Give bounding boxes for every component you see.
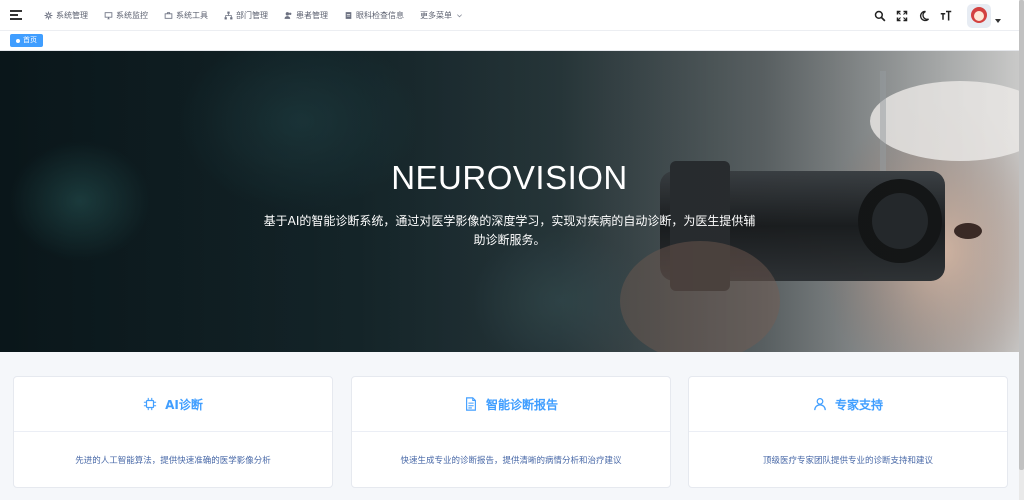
card-title: 专家支持: [834, 397, 883, 412]
tags-view-bar: 首页: [0, 31, 1019, 51]
tree-icon: [224, 11, 233, 19]
menu-item-system-monitor[interactable]: 系统监控: [96, 0, 156, 31]
caret-down-icon[interactable]: [995, 18, 1001, 23]
menu-item-department[interactable]: 部门管理: [216, 0, 276, 31]
page-scrollbar[interactable]: [1019, 0, 1024, 500]
top-menu: 系统管理 系统监控 系统工具 部门管理 患者管理 眼科检查信息 更多菜单: [36, 0, 471, 31]
menu-item-label: 部门管理: [236, 10, 268, 20]
card-description: 顶级医疗专家团队提供专业的诊断支持和建议: [762, 456, 933, 466]
hero-banner: NEUROVISION 基于AI的智能诊断系统，通过对医学影像的深度学习，实现对…: [0, 51, 1019, 352]
feature-card-ai-diagnosis: AI诊断 先进的人工智能算法，提供快速准确的医学影像分析: [13, 376, 333, 488]
card-header: 智能诊断报告: [352, 377, 670, 432]
menu-item-label: 更多菜单: [420, 10, 452, 20]
card-title: AI诊断: [165, 397, 203, 412]
font-size-icon[interactable]: [939, 9, 953, 23]
hero-overlay: [0, 51, 1019, 352]
top-navbar: 系统管理 系统监控 系统工具 部门管理 患者管理 眼科检查信息 更多菜单: [0, 0, 1019, 31]
hero-title: NEUROVISION: [391, 159, 628, 196]
card-description: 快速生成专业的诊断报告，提供清晰的病情分析和治疗建议: [400, 456, 622, 466]
tag-label: 首页: [23, 36, 37, 44]
card-title: 智能诊断报告: [485, 397, 558, 412]
menu-item-label: 系统监控: [116, 10, 148, 20]
app-root: 系统管理 系统监控 系统工具 部门管理 患者管理 眼科检查信息 更多菜单 首页 …: [0, 0, 1024, 500]
hero-subtitle: 基于AI的智能诊断系统，通过对医学影像的深度学习，实现对疾病的自动诊断，为医生提…: [263, 214, 756, 247]
gear-icon: [44, 11, 53, 19]
active-dot-icon: [16, 38, 20, 43]
hamburger-menu-icon[interactable]: [10, 10, 22, 20]
chip-icon: [143, 397, 157, 411]
menu-item-eye-exam[interactable]: 眼科检查信息: [336, 0, 412, 31]
chevron-down-icon: [457, 13, 462, 17]
menu-item-more[interactable]: 更多菜单: [412, 0, 471, 31]
menu-item-label: 系统管理: [56, 10, 88, 20]
fullscreen-icon[interactable]: [895, 9, 909, 23]
menu-item-system-management[interactable]: 系统管理: [36, 0, 96, 31]
user-icon: [814, 397, 826, 411]
card-header: 专家支持: [689, 377, 1007, 432]
search-icon[interactable]: [873, 9, 887, 23]
menu-item-label: 系统工具: [176, 10, 208, 20]
card-description: 先进的人工智能算法，提供快速准确的医学影像分析: [75, 456, 271, 466]
users-icon: [284, 11, 292, 19]
moon-icon[interactable]: [917, 9, 931, 23]
document-icon: [466, 397, 476, 411]
document-icon: [345, 11, 352, 19]
feature-cards: AI诊断 先进的人工智能算法，提供快速准确的医学影像分析 智能诊断报告 快速生成…: [0, 352, 1019, 500]
navbar-right: [865, 0, 1001, 31]
avatar[interactable]: [967, 3, 991, 28]
menu-item-label: 眼科检查信息: [356, 10, 404, 20]
menu-item-patients[interactable]: 患者管理: [276, 0, 336, 31]
feature-card-report: 智能诊断报告 快速生成专业的诊断报告，提供清晰的病情分析和治疗建议: [351, 376, 671, 488]
monitor-icon: [104, 11, 113, 19]
tag-home[interactable]: 首页: [10, 34, 43, 47]
scrollbar-thumb[interactable]: [1019, 0, 1024, 470]
menu-item-label: 患者管理: [296, 10, 328, 20]
menu-item-system-tools[interactable]: 系统工具: [156, 0, 216, 31]
feature-card-expert: 专家支持 顶级医疗专家团队提供专业的诊断支持和建议: [688, 376, 1008, 488]
tool-icon: [164, 11, 173, 19]
card-header: AI诊断: [14, 377, 332, 432]
